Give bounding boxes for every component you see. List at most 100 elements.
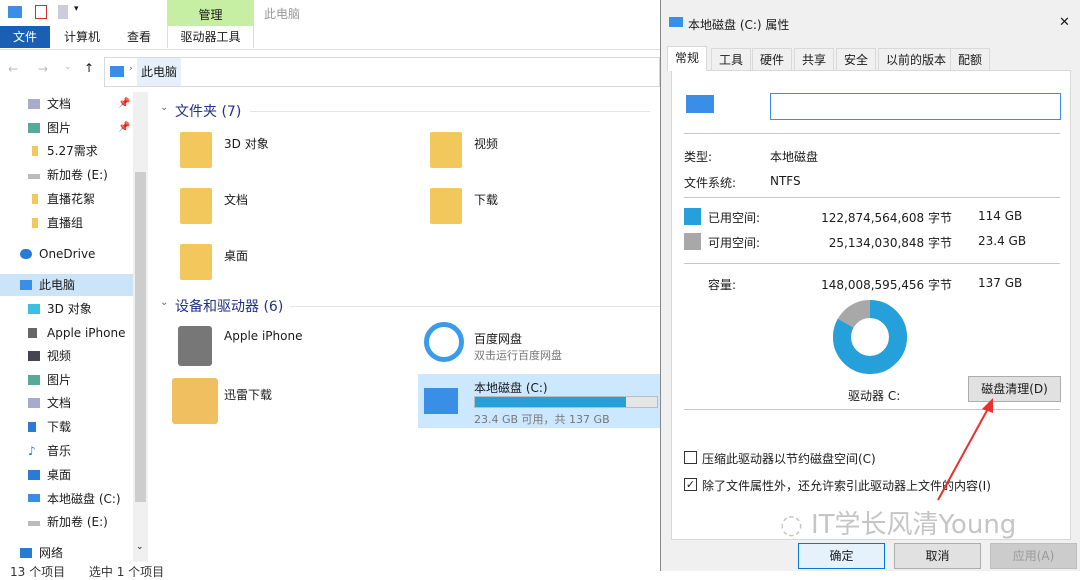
drive-label: 驱动器 C: (848, 389, 901, 403)
cube-icon (28, 304, 40, 314)
watermark: ◌ IT学长风清Young (780, 504, 1016, 541)
picture-icon (28, 123, 40, 133)
tab-hardware[interactable]: 硬件 (752, 48, 793, 70)
drive-icon (28, 174, 40, 179)
compress-label[interactable]: 压缩此驱动器以节约磁盘空间(C) (702, 450, 876, 467)
sidebar-item-iphone[interactable]: Apple iPhone (0, 322, 133, 344)
folder-downloads-icon (430, 188, 462, 224)
desktop-icon (28, 470, 40, 480)
tab-computer[interactable]: 计算机 (56, 26, 108, 48)
folder-desktop-icon (180, 244, 212, 280)
tab-drive-tools[interactable]: 驱动器工具 (167, 26, 254, 48)
cloud-icon (20, 249, 32, 259)
drive-c-tile[interactable]: 本地磁盘 (C:) 23.4 GB 可用，共 137 GB (418, 374, 660, 428)
video-icon (28, 351, 40, 361)
sidebar-item-drive-c[interactable]: 本地磁盘 (C:) (0, 488, 133, 510)
folder-videos[interactable]: 视频 (474, 135, 498, 152)
properties-icon[interactable] (35, 5, 47, 19)
forward-button[interactable]: → (38, 62, 48, 76)
tab-quota[interactable]: 配额 (950, 48, 991, 70)
cancel-button[interactable]: 取消 (894, 543, 981, 569)
disk-cleanup-button[interactable]: 磁盘清理(D) (968, 376, 1061, 402)
sidebar-item-onedrive[interactable]: OneDrive (0, 243, 133, 265)
sidebar-item-music[interactable]: ♪ 音乐 (0, 440, 133, 462)
tab-manage[interactable]: 管理 (167, 4, 254, 26)
folder-desktop[interactable]: 桌面 (224, 247, 248, 264)
ok-button[interactable]: 确定 (798, 543, 885, 569)
sidebar-item-drive-e[interactable]: 新加卷 (E:) (0, 164, 133, 186)
tab-previous-versions[interactable]: 以前的版本 (878, 48, 955, 70)
item-count: 13 个项目 (10, 565, 66, 579)
compress-checkbox[interactable] (684, 451, 697, 464)
folder-icon (32, 218, 38, 228)
sidebar-item-folder[interactable]: 直播组 (0, 212, 133, 234)
scrollbar-thumb[interactable] (135, 172, 146, 502)
sidebar-item-drive-e[interactable]: 新加卷 (E:) (0, 511, 133, 533)
device-xunlei[interactable]: 迅雷下载 (224, 386, 272, 403)
folder-3d-objects[interactable]: 3D 对象 (224, 135, 269, 152)
scroll-down-arrow[interactable]: ⌄ (136, 542, 144, 552)
sidebar-item-this-pc[interactable]: 此电脑 (0, 274, 133, 296)
free-label: 可用空间: (708, 236, 761, 250)
free-color-swatch (684, 233, 701, 250)
sidebar-item-3d-objects[interactable]: 3D 对象 (0, 298, 133, 320)
folders-header[interactable]: 文件夹 (7) (175, 101, 241, 121)
index-label[interactable]: 除了文件属性外，还允许索引此驱动器上文件的内容(I) (702, 477, 991, 494)
tab-file[interactable]: 文件 (0, 26, 50, 48)
used-gb: 114 GB (978, 209, 1023, 223)
windows-drive-icon (28, 494, 40, 502)
address-bar[interactable]: › 此电脑 (104, 57, 660, 87)
apply-button[interactable]: 应用(A) (990, 543, 1077, 569)
new-folder-icon[interactable] (58, 5, 68, 19)
sidebar-item-network[interactable]: 网络 (0, 542, 133, 564)
drive-name-input[interactable] (770, 93, 1061, 120)
sidebar-scrollbar[interactable]: ⌄ (133, 92, 148, 562)
sidebar-item-documents[interactable]: 文档 📌 (0, 93, 133, 115)
sidebar-item-desktop[interactable]: 桌面 (0, 464, 133, 486)
dialog-title: 本地磁盘 (C:) 属性 (688, 18, 790, 32)
folder-3d-objects-icon (180, 132, 212, 168)
customize-dropdown-icon[interactable]: ▾ (74, 4, 79, 14)
collapse-chevron[interactable]: ⌄ (160, 297, 168, 308)
sidebar-item-documents[interactable]: 文档 (0, 392, 133, 414)
sidebar-item-pictures[interactable]: 图片 📌 (0, 117, 133, 139)
sidebar-item-folder[interactable]: 直播花絮 (0, 188, 133, 210)
sidebar-item-folder[interactable]: 5.27需求 (0, 140, 133, 162)
folder-documents[interactable]: 文档 (224, 191, 248, 208)
folder-icon (32, 194, 38, 204)
download-icon (28, 422, 36, 432)
used-bytes: 122,874,564,608 字节 (821, 211, 952, 225)
device-baidu[interactable]: 百度网盘 (474, 330, 522, 347)
back-button[interactable]: ← (8, 62, 18, 76)
device-iphone[interactable]: Apple iPhone (224, 329, 302, 343)
used-color-swatch (684, 208, 701, 225)
close-button[interactable]: ✕ (1059, 15, 1070, 30)
sidebar-item-pictures[interactable]: 图片 (0, 369, 133, 391)
status-bar: 13 个项目 选中 1 个项目 (10, 563, 164, 580)
collapse-chevron[interactable]: ⌄ (160, 102, 168, 113)
navigation-pane: 文档 📌 图片 📌 5.27需求 新加卷 (E:) 直播花絮 直播组 OneDriv… (0, 92, 133, 562)
tab-security[interactable]: 安全 (836, 48, 877, 70)
window-title: 此电脑 (264, 7, 301, 21)
index-checkbox[interactable]: ✓ (684, 478, 697, 491)
computer-icon (110, 66, 124, 77)
tab-general[interactable]: 常规 (667, 46, 708, 71)
wechat-icon: ◌ (780, 510, 803, 540)
recent-dropdown[interactable]: ⌄ (64, 62, 72, 72)
devices-header[interactable]: 设备和驱动器 (6) (175, 296, 283, 316)
capacity-gb: 137 GB (978, 276, 1023, 290)
tab-view[interactable]: 查看 (118, 26, 160, 48)
sidebar-item-downloads[interactable]: 下载 (0, 416, 133, 438)
folder-downloads[interactable]: 下载 (474, 191, 498, 208)
sidebar-item-videos[interactable]: 视频 (0, 345, 133, 367)
breadcrumb-this-pc[interactable]: 此电脑 (137, 58, 182, 86)
folder-documents-icon (180, 188, 212, 224)
folder-icon (32, 146, 38, 156)
tab-tools[interactable]: 工具 (711, 48, 752, 70)
up-button[interactable]: ↑ (84, 61, 94, 75)
document-icon (28, 99, 40, 109)
properties-dialog: 本地磁盘 (C:) 属性 ✕ 常规 工具 硬件 共享 安全 以前的版本 配额 类… (660, 0, 1080, 571)
tab-sharing[interactable]: 共享 (794, 48, 835, 70)
computer-icon (20, 280, 32, 290)
pin-icon: 📌 (118, 122, 131, 133)
